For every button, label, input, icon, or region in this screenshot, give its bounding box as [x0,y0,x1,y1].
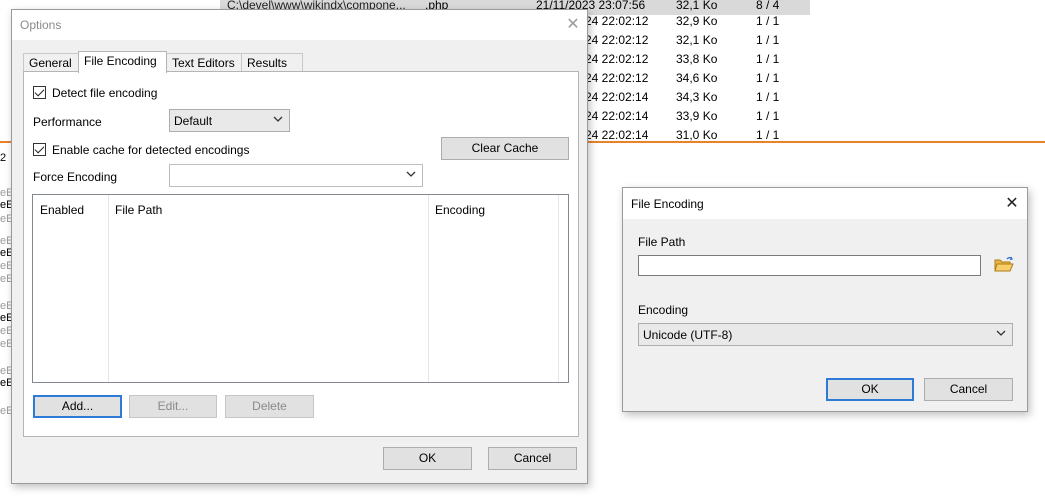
column-divider[interactable] [108,195,109,382]
row-date: 24 22:02:12 [585,33,649,47]
detect-encoding-label: Detect file encoding [52,86,158,100]
row-size: 32,9 Ko [676,14,718,28]
file-encoding-titlebar[interactable]: File Encoding ✕ [623,188,1027,219]
add-button[interactable]: Add... [33,395,122,418]
edit-button[interactable]: Edit... [129,395,217,418]
ok-button[interactable]: OK [826,378,914,401]
options-titlebar[interactable]: Options ✕ [12,10,587,40]
cancel-button[interactable]: Cancel [488,447,577,470]
column-header-encoding[interactable]: Encoding [435,203,485,217]
performance-value: Default [174,114,213,128]
row-count: 1 / 1 [756,71,780,85]
options-dialog: Options ✕ General File Encoding Text Edi… [11,9,588,484]
column-divider[interactable] [558,195,559,382]
performance-select[interactable]: Default [169,109,290,132]
file-path-input[interactable] [638,255,981,276]
row-count: 1 / 1 [756,52,780,66]
row-date: 24 22:02:12 [585,14,649,28]
row-count: 8 / 4 [756,0,780,12]
row-count: 1 / 1 [756,90,780,104]
column-header-file-path[interactable]: File Path [115,203,162,217]
row-size: 33,9 Ko [676,109,718,123]
row-size: 33,8 Ko [676,52,718,66]
row-count: 1 / 1 [756,109,780,123]
delete-button[interactable]: Delete [225,395,314,418]
row-date: 24 22:02:14 [585,90,649,104]
row-date: 24 22:02:14 [585,109,649,123]
row-count: 1 / 1 [756,128,780,142]
column-divider[interactable] [428,195,429,382]
file-encoding-title: File Encoding [631,197,704,211]
encoding-select[interactable]: Unicode (UTF-8) [638,323,1013,346]
folder-open-icon[interactable] [994,256,1014,274]
row-size: 31,0 Ko [676,128,718,142]
column-header-enabled[interactable]: Enabled [40,203,84,217]
strip-text: 2 [0,152,7,164]
tab-text-editors[interactable]: Text Editors [166,53,242,73]
close-icon[interactable]: ✕ [1002,196,1022,212]
encoding-label: Encoding [638,303,689,317]
force-encoding-select[interactable] [169,164,423,187]
encoding-value: Unicode (UTF-8) [643,328,733,342]
file-encoding-dialog: File Encoding ✕ File Path Encoding Unico… [622,187,1028,412]
performance-label: Performance [33,115,102,129]
row-count: 1 / 1 [756,33,780,47]
chevron-down-icon [273,116,283,122]
enable-cache-label: Enable cache for detected encodings [52,143,250,157]
row-date: 24 22:02:12 [585,71,649,85]
enable-cache-checkbox[interactable] [33,143,46,156]
force-encoding-label: Force Encoding [33,170,118,184]
row-size: 34,6 Ko [676,71,718,85]
ok-button[interactable]: OK [383,447,472,470]
row-size: 34,3 Ko [676,90,718,104]
encoding-rules-table[interactable]: Enabled File Path Encoding [32,194,569,383]
tab-results[interactable]: Results [241,53,303,73]
detect-encoding-checkbox[interactable] [33,86,46,99]
tab-file-encoding[interactable]: File Encoding [78,51,167,73]
row-size: 32,1 Ko [676,0,718,12]
row-count: 1 / 1 [756,14,780,28]
row-date: 24 22:02:12 [585,52,649,66]
row-size: 32,1 Ko [676,33,718,47]
file-path-label: File Path [638,235,686,249]
chevron-down-icon [996,330,1006,336]
options-title: Options [20,18,62,32]
cancel-button[interactable]: Cancel [924,378,1013,401]
close-icon[interactable]: ✕ [563,17,583,33]
chevron-down-icon [406,171,416,177]
row-date: 24 22:02:14 [585,128,649,142]
tab-general[interactable]: General [23,53,79,73]
clear-cache-button[interactable]: Clear Cache [441,137,569,160]
